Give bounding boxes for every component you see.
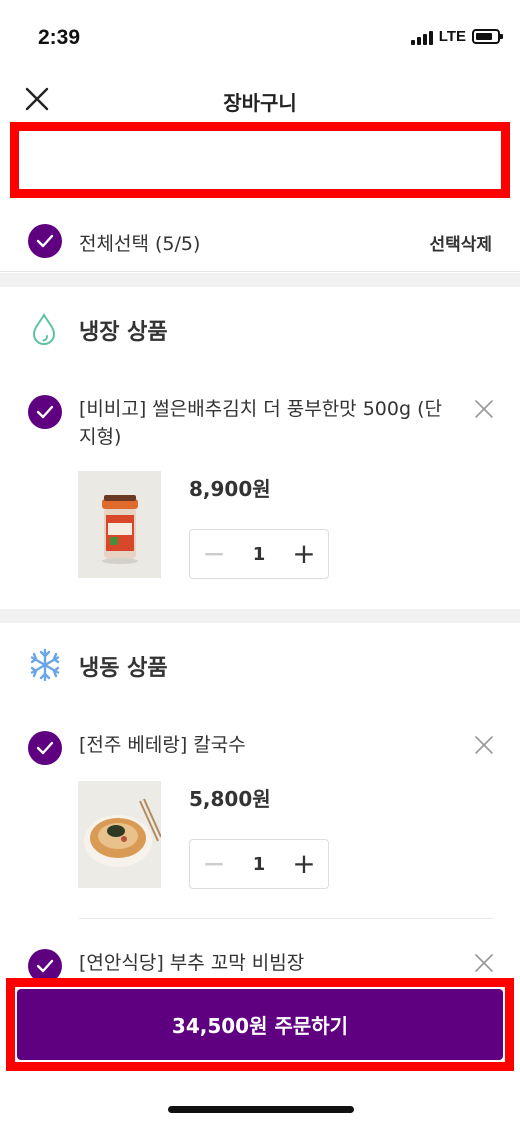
page-title: 장바구니	[223, 91, 297, 115]
select-all-row: 전체선택 (5/5) 선택삭제	[0, 210, 520, 272]
cart-item: [전주 베테랑] 칼국수 5,800원 − 1 +	[0, 731, 520, 901]
item-divider	[79, 918, 493, 919]
battery-icon	[472, 29, 503, 44]
snowflake-icon	[28, 648, 60, 682]
remove-item-icon[interactable]	[474, 953, 494, 973]
quantity-stepper: − 1 +	[189, 529, 329, 579]
check-icon	[36, 405, 54, 419]
item-price: 5,800원	[189, 787, 271, 811]
status-bar: 2:39 LTE	[0, 0, 520, 70]
decrease-button[interactable]: −	[202, 850, 226, 878]
remove-item-icon[interactable]	[474, 399, 494, 419]
item-name[interactable]: [전주 베테랑] 칼국수	[79, 731, 459, 759]
status-indicators: LTE	[410, 28, 503, 45]
product-thumbnail[interactable]	[78, 781, 161, 888]
status-time: 2:39	[38, 26, 81, 49]
network-label: LTE	[438, 28, 466, 45]
item-name[interactable]: [비비고] 썰은배추김치 더 풍부한맛 500g (단지형)	[79, 395, 459, 451]
check-icon	[36, 959, 54, 973]
quantity-value: 1	[252, 853, 266, 875]
item-name[interactable]: [연안식당] 부추 꼬막 비빔장	[79, 949, 459, 977]
check-icon	[36, 234, 54, 248]
section-divider	[0, 273, 520, 287]
section-title: 냉장 상품	[79, 320, 168, 345]
item-checkbox[interactable]	[28, 395, 62, 429]
section-title: 냉동 상품	[79, 656, 168, 681]
section-divider	[0, 609, 520, 623]
select-delete-button[interactable]: 선택삭제	[429, 230, 492, 255]
quantity-value: 1	[252, 543, 266, 565]
product-thumbnail[interactable]	[78, 471, 161, 578]
section-header-freezer[interactable]: 냉동 상품	[0, 636, 520, 696]
header: 장바구니	[0, 70, 520, 130]
decrease-button[interactable]: −	[202, 540, 226, 568]
highlight-banner	[10, 122, 510, 198]
quantity-stepper: − 1 +	[189, 839, 329, 889]
select-all-checkbox[interactable]	[28, 224, 62, 258]
remove-item-icon[interactable]	[474, 735, 494, 755]
check-icon	[36, 741, 54, 755]
item-checkbox[interactable]	[28, 731, 62, 765]
water-drop-icon	[28, 312, 60, 346]
increase-button[interactable]: +	[292, 850, 316, 878]
cart-item: [비비고] 썰은배추김치 더 풍부한맛 500g (단지형) 8,900원 − …	[0, 395, 520, 585]
item-price: 8,900원	[189, 477, 271, 501]
order-button[interactable]: 34,500원 주문하기	[17, 989, 503, 1060]
section-header-fridge[interactable]: 냉장 상품	[0, 300, 520, 360]
order-button-highlight: 34,500원 주문하기	[6, 978, 514, 1071]
increase-button[interactable]: +	[292, 540, 316, 568]
home-indicator[interactable]	[168, 1106, 354, 1113]
select-all-label: 전체선택 (5/5)	[79, 233, 201, 255]
signal-icon	[410, 29, 433, 45]
